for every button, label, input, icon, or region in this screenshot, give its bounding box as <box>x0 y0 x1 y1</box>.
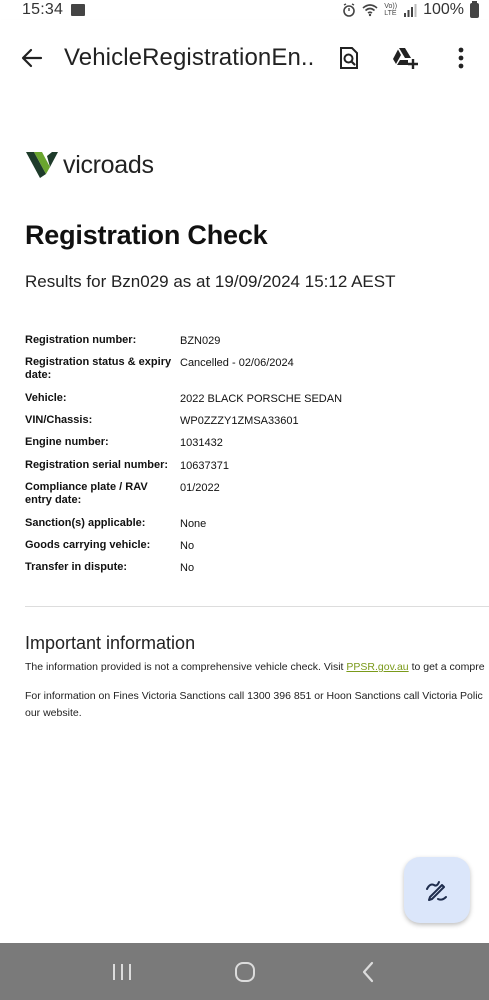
alarm-icon <box>343 3 356 17</box>
document-viewer[interactable]: vicroads Registration Check Results for … <box>0 96 489 943</box>
home-button[interactable] <box>215 943 275 1000</box>
back-button[interactable] <box>0 20 64 96</box>
detail-value: 1031432 <box>180 437 223 449</box>
detail-label: Registration serial number: <box>25 459 169 471</box>
detail-label: Transfer in dispute: <box>25 561 128 573</box>
paragraph-text: The information provided is not a compre… <box>25 661 347 673</box>
nav-back-icon <box>362 961 373 982</box>
detail-label: Registration number: <box>25 334 137 346</box>
home-icon <box>234 961 255 982</box>
document-title: VehicleRegistrationEn... <box>64 44 314 71</box>
detail-value: 2022 BLACK PORSCHE SEDAN <box>180 393 343 405</box>
add-to-drive-icon <box>393 48 418 69</box>
vicroads-logo: vicroads <box>25 150 154 180</box>
detail-label: Sanction(s) applicable: <box>25 517 146 529</box>
nav-back-button[interactable] <box>338 943 398 1000</box>
vicroads-logo-text: vicroads <box>63 150 154 179</box>
ppsr-link[interactable]: PPSR.gov.au <box>346 661 408 673</box>
important-info-heading: Important information <box>25 633 196 653</box>
important-info-paragraph: The information provided is not a compre… <box>25 661 485 673</box>
add-to-drive-button[interactable] <box>377 20 433 96</box>
detail-value: No <box>180 562 195 574</box>
status-icons: Vo)) LTE 100% <box>342 0 479 19</box>
wifi-icon <box>362 4 378 17</box>
detail-value: Cancelled - 02/06/2024 <box>180 357 294 369</box>
detail-label: Engine number: <box>25 436 109 448</box>
detail-value: WP0ZZZY1ZMSA33601 <box>180 415 299 427</box>
vicroads-logo-mark <box>26 152 58 178</box>
paragraph-text: to get a compre <box>408 661 485 673</box>
detail-label: Registration status & expiry date: <box>25 356 172 381</box>
edit-pen-icon <box>426 881 447 901</box>
detail-label: Vehicle: <box>25 392 67 404</box>
recents-icon <box>112 963 131 980</box>
detail-value: None <box>180 518 207 530</box>
volte-indicator: Vo)) LTE <box>384 3 398 17</box>
detail-label: VIN/Chassis: <box>25 414 93 426</box>
status-time: 15:34 <box>22 1 64 18</box>
detail-value: BZN029 <box>180 335 221 347</box>
detail-value: 10637371 <box>180 460 229 472</box>
detail-label: Compliance plate / RAV entry date: <box>25 481 148 506</box>
gallery-icon <box>71 4 86 16</box>
detail-value: No <box>180 540 195 552</box>
detail-value: 01/2022 <box>180 482 220 494</box>
app-bar-actions <box>321 20 489 96</box>
more-vert-icon <box>458 47 464 69</box>
paragraph-line: For information on Fines Victoria Sancti… <box>25 690 483 702</box>
more-options-button[interactable] <box>433 20 489 96</box>
recents-button[interactable] <box>92 943 152 1000</box>
status-bar: 15:34 Vo)) LTE 100% <box>0 0 489 20</box>
signal-icon <box>404 4 417 17</box>
detail-label: Goods carrying vehicle: <box>25 539 151 551</box>
section-divider <box>25 606 489 607</box>
page-title: Registration Check <box>25 220 268 250</box>
battery-icon <box>470 0 479 18</box>
annotate-fab[interactable] <box>404 857 470 923</box>
paragraph-line: our website. <box>25 707 82 719</box>
arrow-left-icon <box>21 48 43 68</box>
app-bar: VehicleRegistrationEn... <box>0 20 489 96</box>
system-nav-bar <box>0 943 489 1000</box>
battery-percent: 100% <box>423 1 464 18</box>
find-in-page-button[interactable] <box>321 20 377 96</box>
find-in-page-icon <box>340 47 358 69</box>
sanctions-paragraph: For information on Fines Victoria Sancti… <box>25 688 489 722</box>
results-line: Results for Bzn029 as at 19/09/2024 15:1… <box>25 272 396 291</box>
